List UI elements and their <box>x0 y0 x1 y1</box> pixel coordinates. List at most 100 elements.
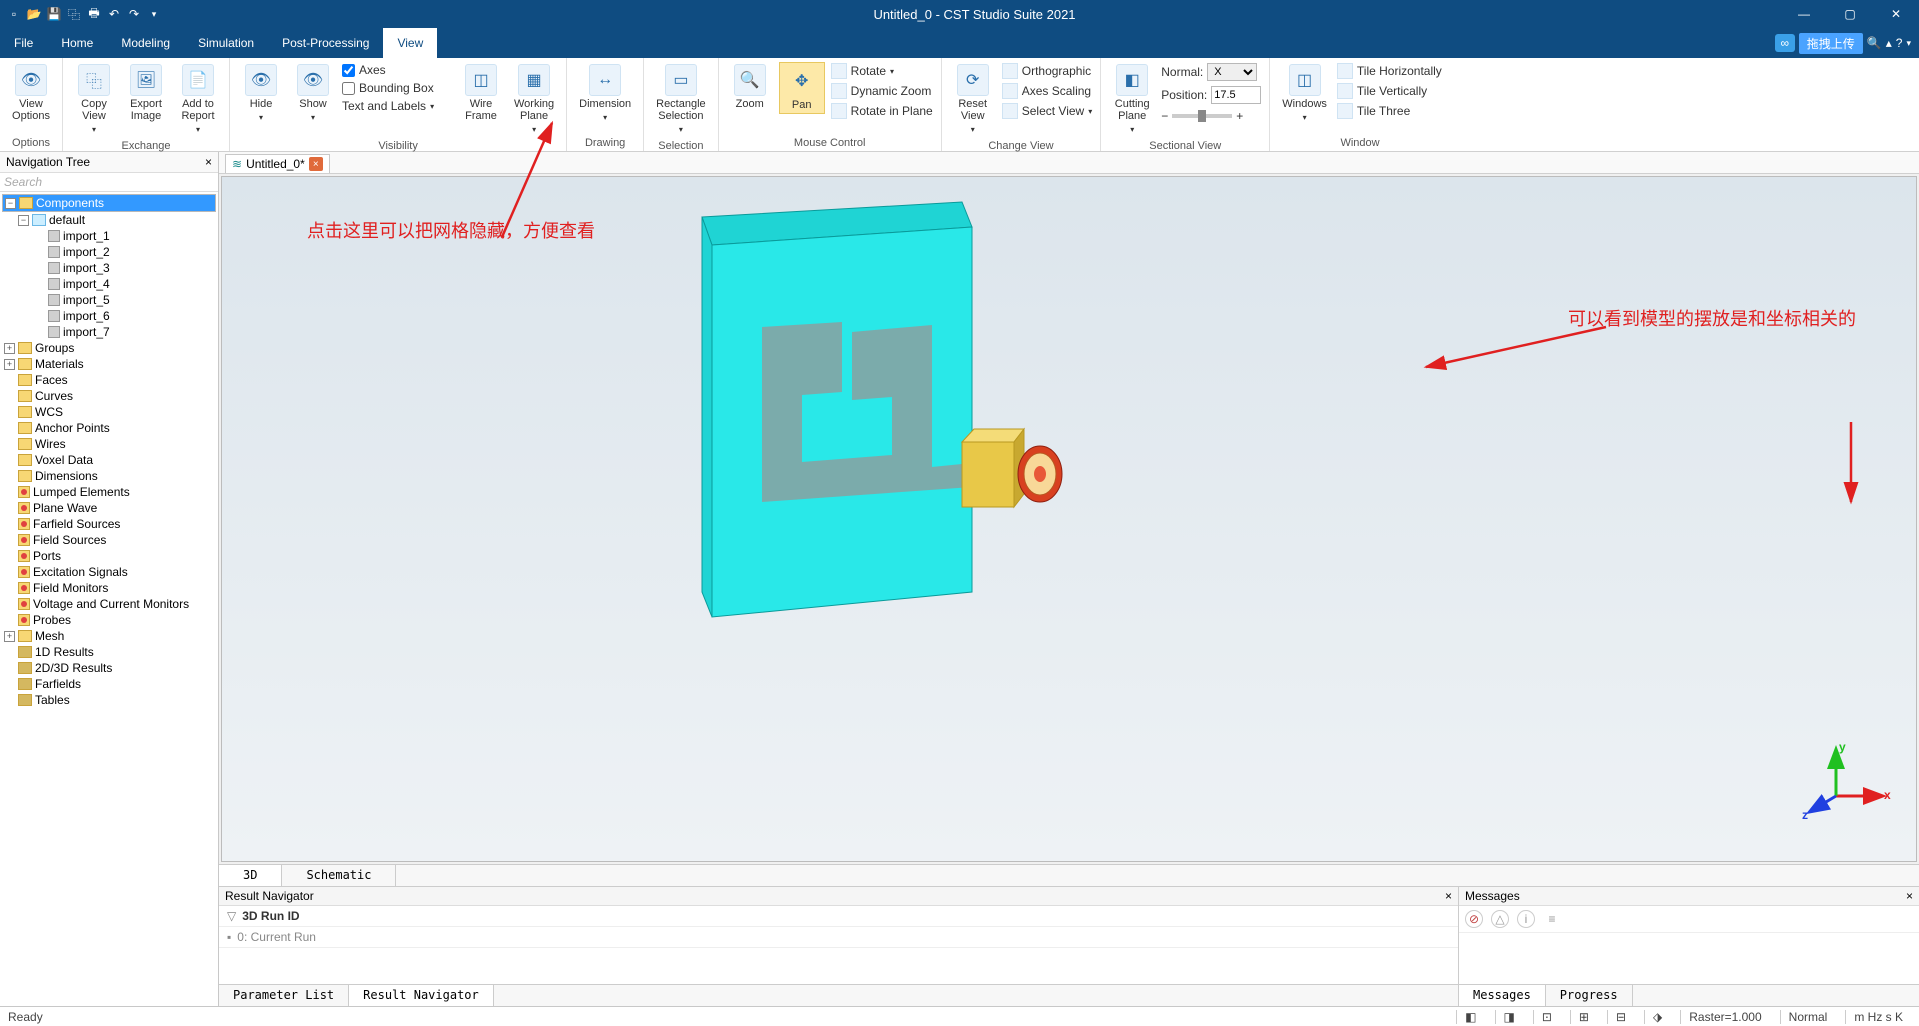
msg-info-icon[interactable]: i <box>1517 910 1535 928</box>
axes-scaling-button[interactable]: Axes Scaling <box>1002 83 1093 99</box>
qat-dropdown-icon[interactable]: ▾ <box>146 6 162 22</box>
tree-import-item[interactable]: import_1 <box>2 228 216 244</box>
tree-item[interactable]: Wires <box>2 436 216 452</box>
document-tab[interactable]: ≋Untitled_0*× <box>225 154 330 173</box>
tree-item[interactable]: Ports <box>2 548 216 564</box>
tree-item[interactable]: +Materials <box>2 356 216 372</box>
cloud-icon[interactable]: ∞ <box>1775 34 1795 52</box>
tree-import-item[interactable]: import_4 <box>2 276 216 292</box>
position-input[interactable] <box>1211 86 1261 104</box>
export-image-button[interactable]: 🖼Export Image <box>123 62 169 124</box>
search-icon[interactable]: 🔍 <box>1867 36 1882 50</box>
maximize-button[interactable]: ▢ <box>1827 0 1873 28</box>
tree-item[interactable]: Probes <box>2 612 216 628</box>
copy-view-button[interactable]: ⿻Copy View▾ <box>71 62 117 138</box>
tree-item[interactable]: Excitation Signals <box>2 564 216 580</box>
select-view-button[interactable]: Select View ▾ <box>1002 103 1093 119</box>
tree-item[interactable]: Curves <box>2 388 216 404</box>
reset-view-button[interactable]: ⟳Reset View▾ <box>950 62 996 138</box>
menu-post-processing[interactable]: Post-Processing <box>268 28 383 58</box>
status-icon[interactable]: ⊡ <box>1533 1010 1560 1024</box>
bounding-box-checkbox[interactable]: Bounding Box <box>342 81 452 95</box>
tab-schematic[interactable]: Schematic <box>282 865 396 886</box>
position-slider[interactable]: −+ <box>1161 109 1261 123</box>
undo-icon[interactable]: ↶ <box>106 6 122 22</box>
status-icon[interactable]: ⊞ <box>1570 1010 1597 1024</box>
status-icon[interactable]: ⬗ <box>1644 1010 1670 1024</box>
tree-import-item[interactable]: import_6 <box>2 308 216 324</box>
tree-item[interactable]: Dimensions <box>2 468 216 484</box>
tree-item[interactable]: Voxel Data <box>2 452 216 468</box>
nav-close-icon[interactable]: × <box>205 155 212 169</box>
menu-file[interactable]: File <box>0 28 47 58</box>
dynamic-zoom-button[interactable]: Dynamic Zoom <box>831 83 933 99</box>
redo-icon[interactable]: ↷ <box>126 6 142 22</box>
tab-messages[interactable]: Messages <box>1459 985 1546 1006</box>
pan-button[interactable]: ✥Pan <box>779 62 825 114</box>
tree-item[interactable]: WCS <box>2 404 216 420</box>
text-and-labels-button[interactable]: Text and Labels ▾ <box>342 99 452 113</box>
orthographic-button[interactable]: Orthographic <box>1002 63 1093 79</box>
help-dropdown-icon[interactable]: ▾ <box>1906 38 1911 49</box>
tree-components[interactable]: Components <box>36 196 104 210</box>
copy-icon[interactable]: ⿻ <box>66 6 82 22</box>
msg-error-icon[interactable]: ⊘ <box>1465 910 1483 928</box>
nav-search-input[interactable]: Search <box>0 173 218 192</box>
tree-default[interactable]: default <box>49 213 85 227</box>
help-icon[interactable]: ? <box>1896 36 1903 50</box>
msg-filter-icon[interactable]: ≡ <box>1543 910 1561 928</box>
wire-frame-button[interactable]: ◫Wire Frame <box>458 62 504 124</box>
tree-item[interactable]: +Groups <box>2 340 216 356</box>
status-icon[interactable]: ◧ <box>1456 1010 1484 1024</box>
current-run-row[interactable]: ▪0: Current Run <box>219 927 1458 948</box>
tree-import-item[interactable]: import_5 <box>2 292 216 308</box>
viewport-3d[interactable]: 点击这里可以把网格隐藏，方便查看 可以看到模型的摆放是和坐标相关的 <box>221 176 1917 862</box>
print-icon[interactable]: 🖶 <box>86 6 102 22</box>
close-button[interactable]: ✕ <box>1873 0 1919 28</box>
tree-item[interactable]: Lumped Elements <box>2 484 216 500</box>
new-icon[interactable]: ▫ <box>6 6 22 22</box>
rotate-button[interactable]: Rotate ▾ <box>831 63 933 79</box>
panel-close-icon[interactable]: × <box>1906 889 1913 903</box>
menu-home[interactable]: Home <box>47 28 107 58</box>
save-icon[interactable]: 💾 <box>46 6 62 22</box>
tab-progress[interactable]: Progress <box>1546 985 1633 1006</box>
tile-three-button[interactable]: Tile Three <box>1337 103 1442 119</box>
tree-item[interactable]: Plane Wave <box>2 500 216 516</box>
rotate-in-plane-button[interactable]: Rotate in Plane <box>831 103 933 119</box>
menu-view[interactable]: View <box>383 28 437 58</box>
show-button[interactable]: 👁Show▾ <box>290 62 336 126</box>
menu-modeling[interactable]: Modeling <box>107 28 184 58</box>
dimension-button[interactable]: ↔Dimension▾ <box>575 62 635 126</box>
tree-item[interactable]: Field Sources <box>2 532 216 548</box>
tile-horizontally-button[interactable]: Tile Horizontally <box>1337 63 1442 79</box>
axes-checkbox[interactable]: Axes <box>342 63 452 77</box>
tree-item[interactable]: Tables <box>2 692 216 708</box>
run-id-header[interactable]: ▽3D Run ID <box>219 906 1458 927</box>
tree-item[interactable]: Faces <box>2 372 216 388</box>
tree-item[interactable]: Farfields <box>2 676 216 692</box>
zoom-button[interactable]: 🔍Zoom <box>727 62 773 112</box>
tree-item[interactable]: 1D Results <box>2 644 216 660</box>
ribbon-collapse-icon[interactable]: ▴ <box>1886 36 1892 50</box>
tree-import-item[interactable]: import_3 <box>2 260 216 276</box>
rectangle-selection-button[interactable]: ▭Rectangle Selection▾ <box>652 62 710 138</box>
tab-result-navigator[interactable]: Result Navigator <box>349 985 494 1006</box>
tree-import-item[interactable]: import_2 <box>2 244 216 260</box>
windows-button[interactable]: ◫Windows▾ <box>1278 62 1331 126</box>
open-icon[interactable]: 📂 <box>26 6 42 22</box>
tree-item[interactable]: Anchor Points <box>2 420 216 436</box>
tree-import-item[interactable]: import_7 <box>2 324 216 340</box>
panel-close-icon[interactable]: × <box>1445 889 1452 903</box>
tree-item[interactable]: Field Monitors <box>2 580 216 596</box>
tab-close-icon[interactable]: × <box>309 157 323 171</box>
tree-item[interactable]: Voltage and Current Monitors <box>2 596 216 612</box>
status-icon[interactable]: ◨ <box>1495 1010 1523 1024</box>
view-options-button[interactable]: 👁View Options <box>8 62 54 124</box>
menu-simulation[interactable]: Simulation <box>184 28 268 58</box>
navigation-tree[interactable]: −Components −default import_1import_2imp… <box>0 192 218 1006</box>
status-icon[interactable]: ⊟ <box>1607 1010 1634 1024</box>
minimize-button[interactable]: — <box>1781 0 1827 28</box>
cutting-plane-button[interactable]: ◧Cutting Plane▾ <box>1109 62 1155 138</box>
tree-item[interactable]: Farfield Sources <box>2 516 216 532</box>
